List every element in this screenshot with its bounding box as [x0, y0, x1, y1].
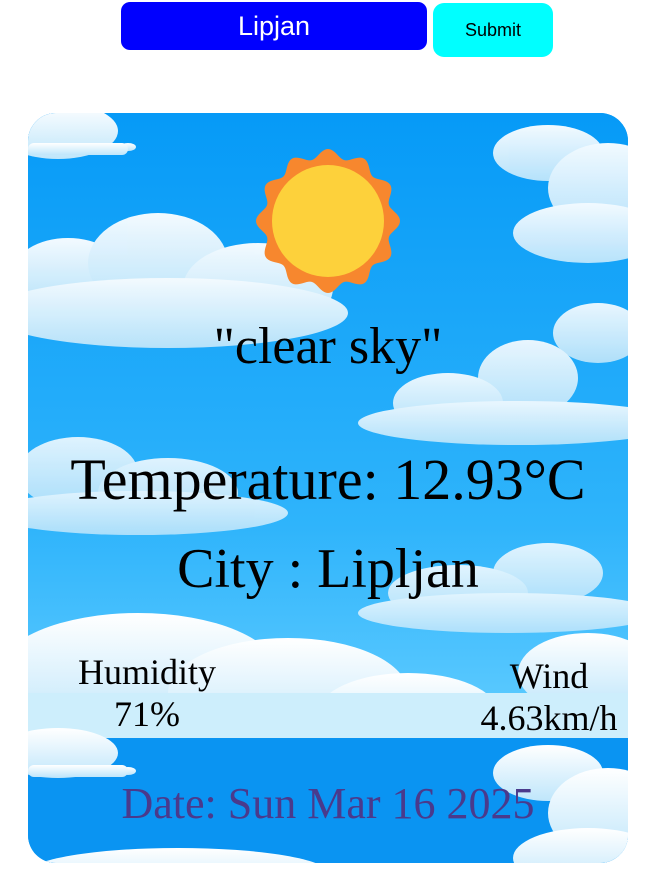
wind-value: 4.63km/h	[480, 698, 618, 738]
city-name: City : Lipljan	[177, 538, 479, 600]
humidity-block: Humidity 71%	[72, 651, 222, 735]
temperature: Temperature: 12.93°C	[70, 447, 586, 512]
humidity-value: 71%	[114, 694, 180, 734]
city-input[interactable]	[121, 2, 427, 50]
weather-description: "clear sky"	[213, 318, 443, 375]
search-row: Submit	[121, 2, 553, 57]
date: Date: Sun Mar 16 2025	[121, 779, 535, 828]
sun-icon	[256, 149, 400, 293]
submit-button[interactable]: Submit	[433, 3, 553, 57]
wind-label: Wind	[509, 656, 589, 696]
wind-block: Wind 4.63km/h	[470, 655, 628, 739]
weather-card: "clear sky" Temperature: 12.93°C City : …	[28, 113, 628, 863]
humidity-label: Humidity	[77, 652, 216, 692]
